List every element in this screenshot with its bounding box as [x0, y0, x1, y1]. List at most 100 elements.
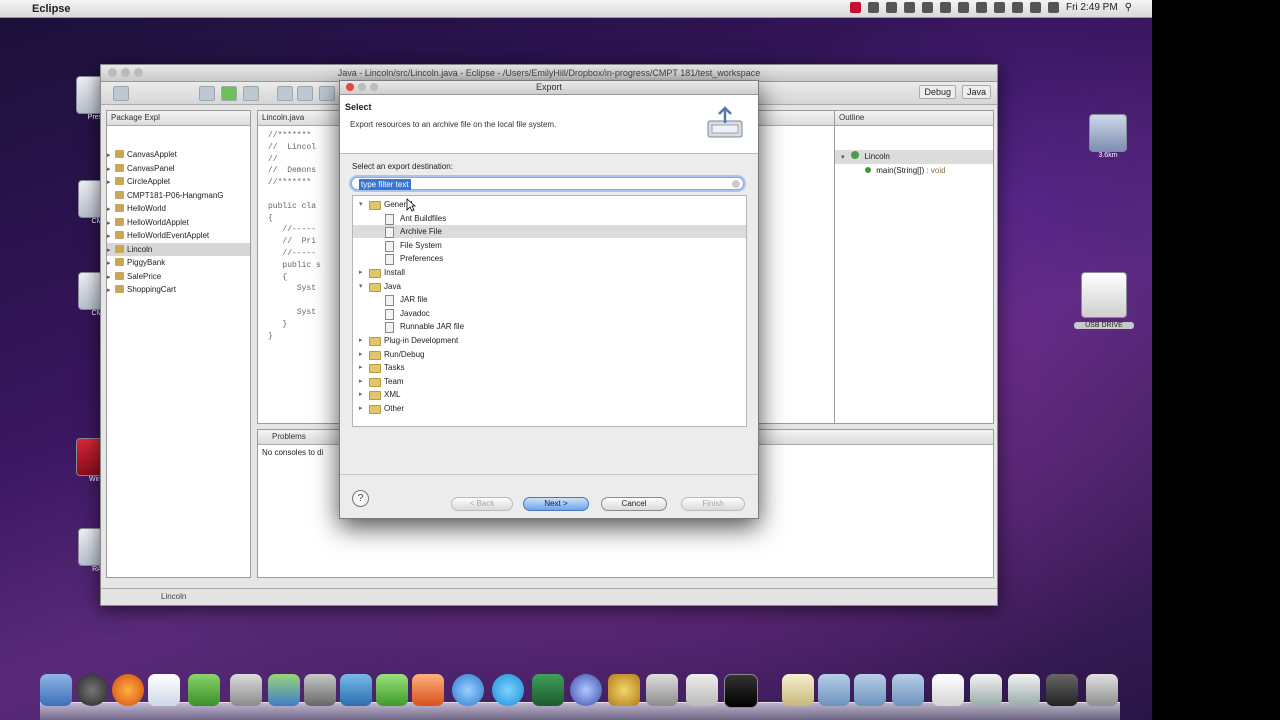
project-item[interactable]: ▸ CanvasApplet: [107, 148, 250, 162]
folder-icon[interactable]: [854, 674, 886, 706]
zoom-window-button[interactable]: [134, 68, 143, 77]
tree-item[interactable]: JAR file: [353, 293, 746, 307]
expand-arrow-icon[interactable]: ▸: [107, 257, 115, 271]
outline-class[interactable]: ▾ Lincoln: [835, 150, 993, 164]
document-stack-icon[interactable]: [932, 674, 964, 706]
record-icon[interactable]: [849, 2, 861, 13]
tree-item[interactable]: ▸ Run/Debug: [353, 348, 746, 361]
expand-arrow-icon[interactable]: ▸: [359, 361, 367, 374]
tree-item[interactable]: ▾ Java: [353, 280, 746, 293]
document-icon[interactable]: [686, 674, 718, 706]
volume-icon[interactable]: [1029, 2, 1041, 13]
tree-item[interactable]: Runnable JAR file: [353, 320, 746, 334]
preview-icon[interactable]: [230, 674, 262, 706]
system-preferences-icon[interactable]: [646, 674, 678, 706]
next-button[interactable]: Next >: [523, 497, 589, 511]
back-button[interactable]: < Back: [451, 497, 513, 511]
expand-arrow-icon[interactable]: ▸: [107, 203, 115, 217]
project-item[interactable]: ▸ CanvasPanel: [107, 162, 250, 176]
debug-icon[interactable]: [199, 86, 215, 101]
perspective-java[interactable]: Java: [961, 85, 991, 99]
tree-item[interactable]: File System: [353, 239, 746, 252]
evernote-icon[interactable]: [188, 674, 220, 706]
expand-arrow-icon[interactable]: ▸: [107, 217, 115, 231]
package-explorer-tab[interactable]: Package Expl: [107, 111, 250, 126]
expand-arrow-icon[interactable]: ▸: [359, 375, 367, 388]
clear-filter-icon[interactable]: [732, 180, 740, 188]
tree-item[interactable]: Archive File: [353, 225, 746, 239]
time-machine-icon[interactable]: [957, 2, 969, 13]
excel-icon[interactable]: [376, 674, 408, 706]
desktop-icon[interactable]: USB DRIVE: [1074, 272, 1134, 329]
expand-arrow-icon[interactable]: ▸: [107, 176, 115, 190]
minimize-window-button[interactable]: [121, 68, 130, 77]
status-icon-2[interactable]: [885, 2, 897, 13]
tree-item[interactable]: ▸ Plug-in Development: [353, 334, 746, 347]
status-icon-3[interactable]: [903, 2, 915, 13]
powerpoint-icon[interactable]: [412, 674, 444, 706]
trash-icon[interactable]: [1086, 674, 1118, 706]
external-tools-icon[interactable]: [243, 86, 259, 101]
close-dialog-button[interactable]: [346, 83, 354, 91]
expand-arrow-icon[interactable]: ▸: [359, 388, 367, 401]
finish-button[interactable]: Finish: [681, 497, 745, 511]
outline-method[interactable]: main(String[]) : void: [835, 164, 993, 178]
collapse-arrow-icon[interactable]: ▾: [359, 198, 367, 211]
expand-arrow-icon[interactable]: ▸: [359, 402, 367, 415]
folder-icon[interactable]: [818, 674, 850, 706]
minimized-window-icon[interactable]: [1008, 674, 1040, 706]
script-editor-icon[interactable]: [304, 674, 336, 706]
expand-arrow-icon[interactable]: ▸: [359, 266, 367, 279]
project-item[interactable]: ▸ HelloWorldApplet: [107, 216, 250, 230]
run-icon[interactable]: [221, 86, 237, 101]
folder-icon[interactable]: [892, 674, 924, 706]
outline-tab[interactable]: Outline: [835, 111, 993, 126]
project-item[interactable]: ▸ HelloWorldEventApplet: [107, 229, 250, 243]
new-class-icon[interactable]: [319, 86, 335, 101]
close-window-button[interactable]: [108, 68, 117, 77]
todo-icon[interactable]: [148, 674, 180, 706]
battery-icon[interactable]: [1047, 2, 1059, 13]
bluetooth-icon[interactable]: [993, 2, 1005, 13]
expand-arrow-icon[interactable]: ▸: [107, 244, 115, 258]
money-icon[interactable]: [532, 674, 564, 706]
project-item[interactable]: ▸ HelloWorld: [107, 202, 250, 216]
new-package-icon[interactable]: [297, 86, 313, 101]
firefox-icon[interactable]: [112, 674, 144, 706]
expand-arrow-icon[interactable]: ▸: [107, 149, 115, 163]
app-menu[interactable]: Eclipse: [32, 3, 71, 15]
project-item[interactable]: CMPT181-P06-HangmanG: [107, 189, 250, 203]
collapse-arrow-icon[interactable]: ▾: [841, 151, 849, 165]
export-dialog-title-bar[interactable]: Export: [340, 81, 758, 95]
expand-arrow-icon[interactable]: ▸: [107, 230, 115, 244]
expand-arrow-icon[interactable]: ▸: [359, 348, 367, 361]
cancel-button[interactable]: Cancel: [601, 497, 667, 511]
archive-icon[interactable]: [782, 674, 814, 706]
tree-item[interactable]: ▸ Install: [353, 266, 746, 279]
desktop-icon[interactable]: 3.6km: [1088, 114, 1128, 159]
new-java-project-icon[interactable]: [277, 86, 293, 101]
expand-arrow-icon[interactable]: ▸: [107, 163, 115, 177]
project-item[interactable]: ▸ ShoppingCart: [107, 283, 250, 297]
status-icon-1[interactable]: [867, 2, 879, 13]
perspective-debug[interactable]: Debug: [919, 85, 956, 99]
clock[interactable]: Fri 2:49 PM: [1066, 2, 1118, 13]
project-item[interactable]: ▸ CircleApplet: [107, 175, 250, 189]
tree-item[interactable]: Preferences: [353, 252, 746, 266]
expand-arrow-icon[interactable]: ▸: [107, 271, 115, 285]
finder-icon[interactable]: [40, 674, 72, 706]
terminal-icon[interactable]: [724, 674, 758, 708]
status-icon-5[interactable]: [939, 2, 951, 13]
sync-icon[interactable]: [975, 2, 987, 13]
word-icon[interactable]: [340, 674, 372, 706]
skype-icon[interactable]: [492, 674, 524, 706]
project-item[interactable]: ▸ Lincoln: [107, 242, 250, 258]
expand-arrow-icon[interactable]: ▸: [107, 284, 115, 298]
help-button[interactable]: ?: [352, 490, 369, 507]
spotlight-icon[interactable]: ⚲: [1125, 2, 1132, 13]
collapse-arrow-icon[interactable]: ▾: [359, 280, 367, 293]
project-item[interactable]: ▸ PiggyBank: [107, 256, 250, 270]
tree-item[interactable]: ▸ Tasks: [353, 361, 746, 374]
sun-icon[interactable]: [608, 674, 640, 706]
tree-item[interactable]: Ant Buildfiles: [353, 212, 746, 225]
